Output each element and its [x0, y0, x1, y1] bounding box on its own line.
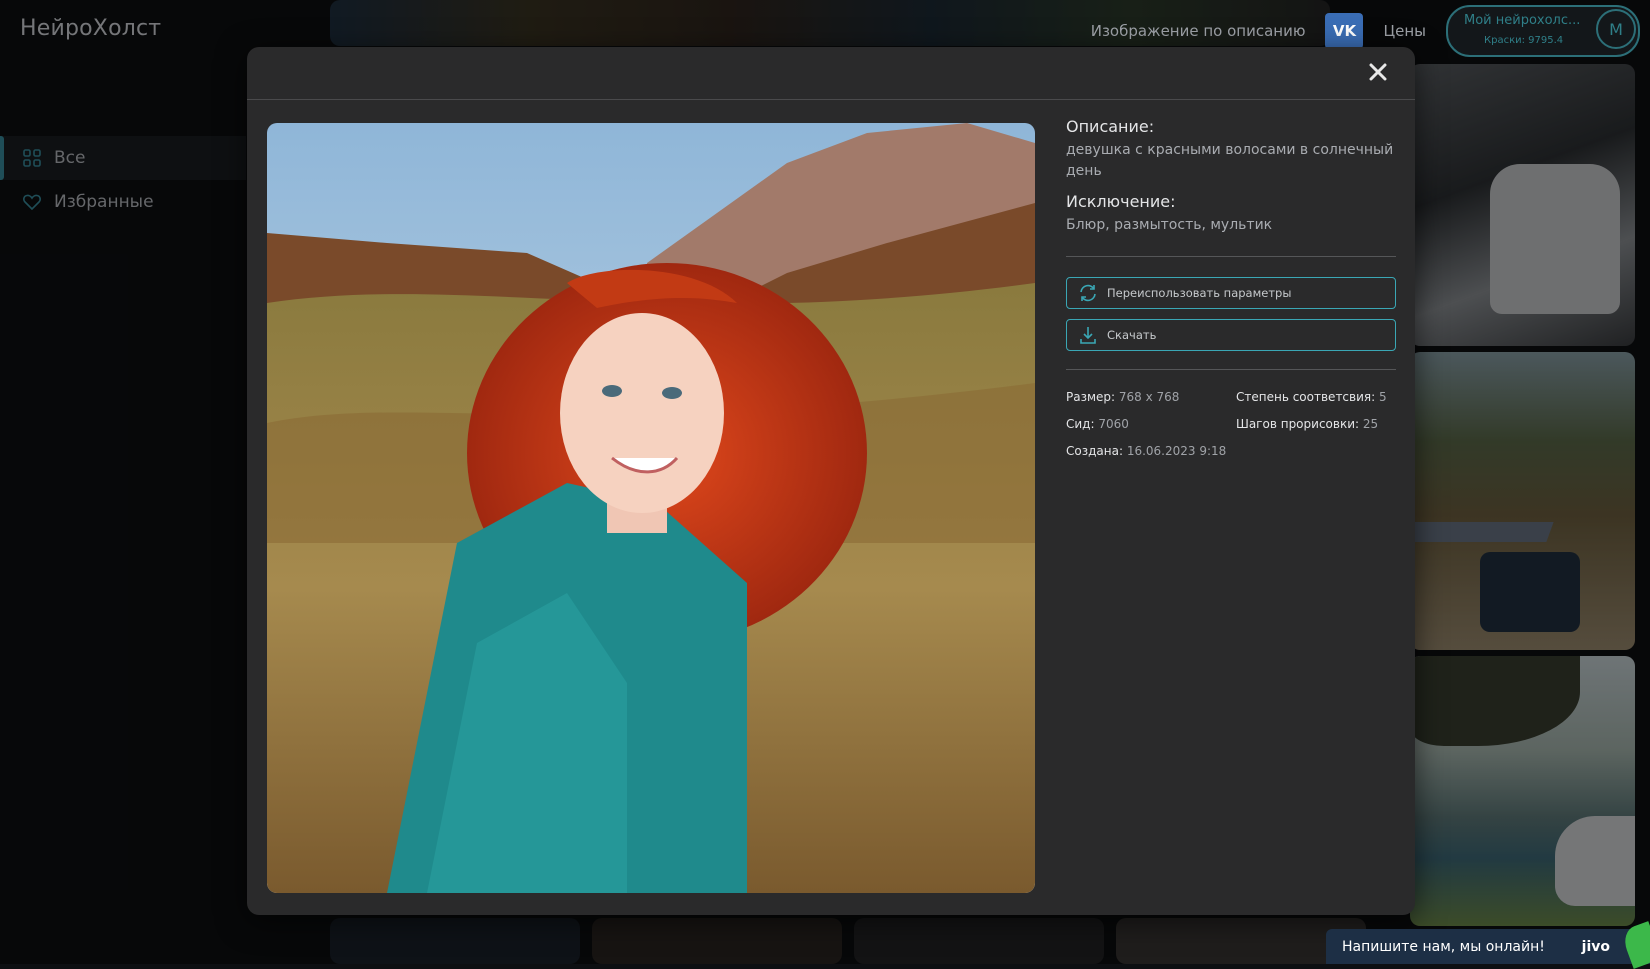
meta-created: Создана: 16.06.2023 9:18 [1066, 444, 1227, 458]
account-balance: Краски: 9795.4 [1484, 35, 1564, 46]
account-name: Мой нейрохолс... [1464, 13, 1581, 28]
grid-icon [22, 148, 42, 168]
sidebar-item-label: Все [54, 148, 86, 168]
gallery-tile[interactable] [330, 918, 580, 964]
gallery-tile[interactable] [1410, 656, 1635, 926]
refresh-icon [1077, 282, 1099, 304]
download-icon [1077, 324, 1099, 346]
nav-link-prices[interactable]: Цены [1383, 22, 1426, 40]
image-info-panel: Описание: девушка с красными волосами в … [1066, 117, 1396, 458]
meta-cfg: Степень соответсвия: 5 [1236, 390, 1387, 404]
exclusion-value: Блюр, размытость, мультик [1066, 217, 1273, 233]
meta-steps: Шагов прорисовки: 25 [1236, 417, 1379, 431]
meta-seed: Сид: 7060 [1066, 417, 1129, 431]
exclusion-label: Исключение: [1066, 192, 1176, 211]
description-value: девушка с красными волосами в солнечный … [1066, 142, 1394, 179]
sidebar-item-all[interactable]: Все [0, 136, 246, 180]
chat-widget[interactable]: Напишите нам, мы онлайн! jivo [1326, 921, 1650, 969]
jivo-leaf-icon [1620, 921, 1650, 969]
app-logo[interactable]: НейроХолст [20, 16, 161, 41]
divider [1066, 256, 1396, 257]
account-button[interactable]: Мой нейрохолс... Краски: 9795.4 M [1446, 5, 1640, 57]
reuse-params-button[interactable]: Переиспользовать параметры [1066, 277, 1396, 309]
gallery-tile[interactable] [1410, 352, 1635, 650]
description-label: Описание: [1066, 117, 1155, 136]
close-icon [1369, 63, 1387, 81]
reuse-params-label: Переиспользовать параметры [1107, 286, 1292, 300]
sidebar-item-label: Избранные [54, 192, 154, 212]
vk-icon[interactable]: VK [1325, 13, 1364, 49]
meta-size: Размер: 768 x 768 [1066, 390, 1180, 404]
avatar: M [1596, 9, 1636, 49]
generated-image [267, 123, 1035, 893]
image-metadata: Размер: 768 x 768 Степень соответсвия: 5… [1066, 390, 1396, 458]
gallery-tile[interactable] [592, 918, 842, 964]
nav-link-text2img[interactable]: Изображение по описанию [1091, 22, 1306, 40]
download-button[interactable]: Скачать [1066, 319, 1396, 351]
download-label: Скачать [1107, 328, 1157, 342]
gallery-tile[interactable] [1410, 64, 1635, 346]
image-details-modal: Описание: девушка с красными волосами в … [247, 47, 1415, 915]
divider [1066, 369, 1396, 370]
gallery-tile[interactable] [854, 918, 1104, 964]
heart-icon [22, 192, 42, 212]
modal-header [247, 47, 1415, 100]
close-button[interactable] [1363, 57, 1393, 87]
sidebar-item-favorites[interactable]: Избранные [0, 180, 246, 224]
jivo-logo: jivo [1581, 938, 1610, 955]
chat-text: Напишите нам, мы онлайн! [1342, 938, 1545, 955]
